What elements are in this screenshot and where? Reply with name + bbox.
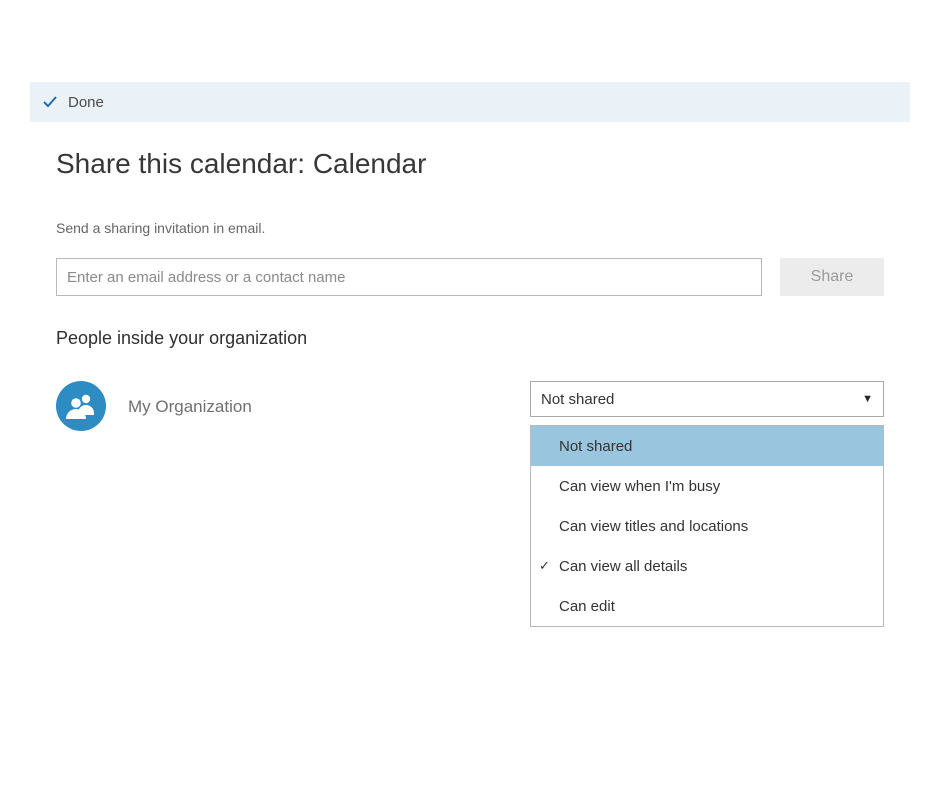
people-icon xyxy=(66,393,96,419)
email-input[interactable] xyxy=(56,258,762,296)
share-button[interactable]: Share xyxy=(780,258,884,296)
done-button[interactable]: Done xyxy=(42,94,104,111)
permission-dropdown-list: Not shared Can view when I'm busy Can view… xyxy=(530,425,884,627)
permission-option[interactable]: Not shared xyxy=(531,426,883,466)
permission-option-label: Can view all details xyxy=(559,558,687,575)
page-subtitle: Send a sharing invitation in email. xyxy=(56,220,884,236)
permission-option[interactable]: ✓ Can view all details xyxy=(531,546,883,586)
toolbar: Done xyxy=(30,82,910,122)
permission-selected-label: Not shared xyxy=(541,391,614,408)
done-label: Done xyxy=(68,94,104,111)
content: Share this calendar: Calendar Send a sha… xyxy=(56,148,884,431)
permission-option[interactable]: Can view when I'm busy xyxy=(531,466,883,506)
permission-option-label: Can view titles and locations xyxy=(559,518,748,535)
org-avatar xyxy=(56,381,106,431)
permission-option[interactable]: Can edit xyxy=(531,586,883,626)
org-row: My Organization Not shared ▼ Not sharedC… xyxy=(56,381,884,431)
page-title: Share this calendar: Calendar xyxy=(56,148,884,180)
check-icon xyxy=(42,94,58,110)
permission-option-label: Can edit xyxy=(559,598,615,615)
permission-option-label: Can view when I'm busy xyxy=(559,478,720,495)
permission-dropdown: Not shared ▼ Not sharedCan view when I'm… xyxy=(530,381,884,417)
email-share-row: Share xyxy=(56,258,884,296)
permission-option[interactable]: Can view titles and locations xyxy=(531,506,883,546)
permission-dropdown-toggle[interactable]: Not shared ▼ xyxy=(530,381,884,417)
org-section-title: People inside your organization xyxy=(56,328,884,349)
org-name: My Organization xyxy=(128,395,508,417)
permission-option-label: Not shared xyxy=(559,438,632,455)
chevron-down-icon: ▼ xyxy=(862,393,873,405)
check-icon: ✓ xyxy=(539,558,550,574)
